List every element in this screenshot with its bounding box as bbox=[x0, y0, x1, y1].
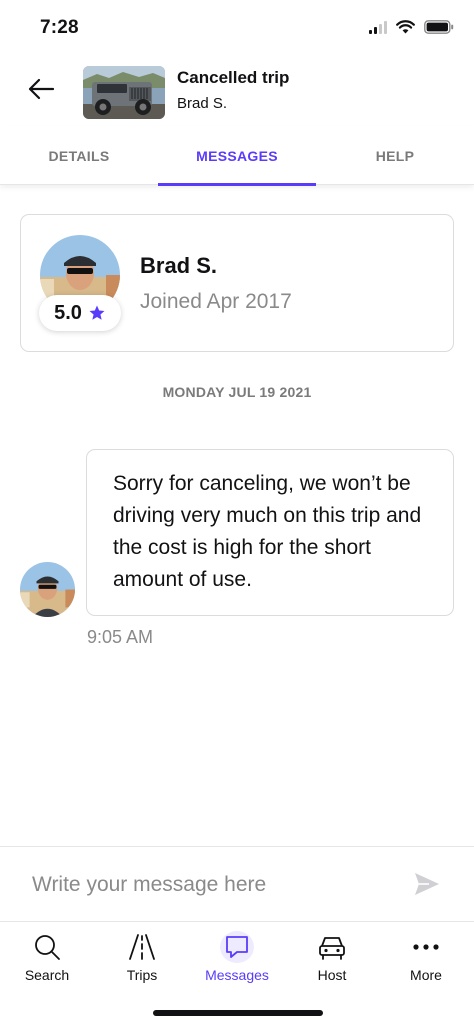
nav-more[interactable]: More bbox=[381, 930, 471, 990]
more-dots-icon bbox=[413, 944, 439, 950]
nav-search-label: Search bbox=[24, 967, 70, 983]
back-arrow-icon bbox=[28, 78, 55, 100]
message-sender-avatar[interactable] bbox=[20, 562, 75, 617]
host-rating-value: 5.0 bbox=[54, 301, 82, 324]
host-name: Brad S. bbox=[140, 253, 218, 278]
nav-messages[interactable]: Messages bbox=[192, 930, 282, 990]
nav-host-label: Host bbox=[317, 967, 347, 983]
nav-trips[interactable]: Trips bbox=[97, 930, 187, 990]
chat-icon bbox=[226, 936, 248, 958]
trip-tabs: DETAILS MESSAGES HELP bbox=[0, 126, 474, 186]
host-joined-date: Joined Apr 2017 bbox=[140, 290, 292, 313]
nav-more-label: More bbox=[410, 967, 442, 983]
nav-host[interactable]: Host bbox=[287, 930, 377, 990]
message-input[interactable] bbox=[32, 869, 392, 901]
tab-details[interactable]: DETAILS bbox=[0, 126, 158, 185]
cellular-signal-icon bbox=[369, 20, 387, 34]
message-timestamp: 9:05 AM bbox=[87, 627, 154, 647]
road-icon bbox=[129, 934, 155, 960]
send-button[interactable] bbox=[412, 869, 442, 899]
trip-title: Cancelled trip bbox=[177, 68, 290, 87]
car-icon bbox=[319, 937, 345, 960]
home-indicator bbox=[153, 1010, 323, 1016]
send-icon bbox=[415, 873, 439, 895]
status-time: 7:28 bbox=[40, 17, 79, 38]
tab-help[interactable]: HELP bbox=[316, 126, 474, 185]
host-rating-badge: 5.0 bbox=[39, 295, 121, 331]
search-icon bbox=[35, 935, 60, 960]
message-bubble[interactable]: Sorry for canceling, we won’t be driving… bbox=[86, 449, 454, 616]
battery-icon bbox=[424, 20, 454, 34]
back-button[interactable] bbox=[22, 70, 60, 108]
host-card[interactable]: 5.0 Brad S. Joined Apr 2017 bbox=[20, 214, 454, 352]
status-bar: 7:28 bbox=[0, 0, 474, 56]
nav-search[interactable]: Search bbox=[2, 930, 92, 990]
trip-host-name: Brad S. bbox=[177, 95, 228, 112]
trip-header: Cancelled trip Brad S. bbox=[0, 56, 474, 126]
tab-messages[interactable]: MESSAGES bbox=[158, 126, 316, 186]
star-icon bbox=[89, 305, 105, 320]
date-divider: MONDAY JUL 19 2021 bbox=[162, 384, 312, 400]
compose-bar bbox=[0, 846, 474, 921]
status-icons bbox=[369, 20, 454, 34]
nav-messages-label: Messages bbox=[205, 967, 269, 983]
car-thumbnail bbox=[83, 66, 165, 119]
wifi-icon bbox=[396, 20, 415, 34]
nav-active-indicator bbox=[220, 931, 254, 963]
nav-trips-label: Trips bbox=[126, 967, 158, 983]
message-text: Sorry for canceling, we won’t be driving… bbox=[113, 472, 422, 591]
